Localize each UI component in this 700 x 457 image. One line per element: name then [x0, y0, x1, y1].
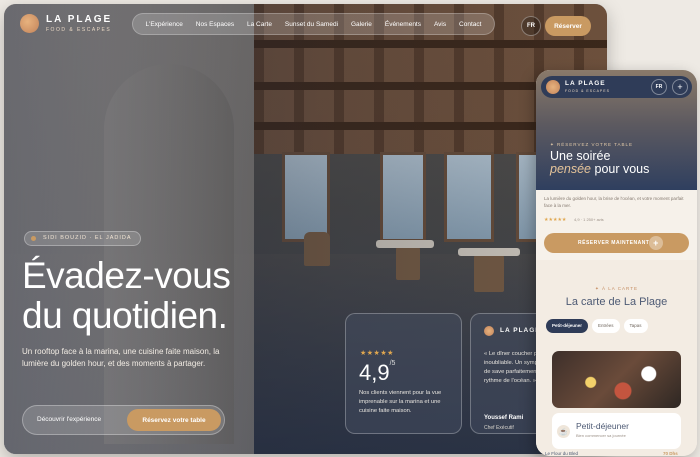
rating-stars-icon: ★★★★★: [360, 350, 394, 357]
hero-lead: Un rooftop face à la marina, une cuisine…: [22, 347, 220, 368]
menu-category-title: Petit-déjeuner: [576, 421, 629, 431]
hero-headline-line1: Évadez-vous: [22, 255, 231, 296]
rating-value: 4,9/5: [359, 360, 396, 385]
menu-kicker: ✦ À LA CARTE: [595, 286, 638, 291]
mobile-nav: LA PLAGE FOOD & ESCAPES FR +: [541, 76, 692, 98]
desktop-mockup: LA PLAGE FOOD & ESCAPES L'Expérience Nos…: [4, 4, 607, 454]
nav-item-espaces[interactable]: Nos Espaces: [196, 21, 234, 28]
mobile-reserve-kicker: ✦ RÉSERVEZ VOTRE TABLE: [550, 142, 634, 147]
menu-item-name: Le Flour du Bled: [545, 451, 579, 456]
mobile-rating-stars-icon: ★★★★★: [544, 217, 567, 223]
testimonial-author: Youssef Rami: [484, 415, 524, 421]
mobile-rating-text: 4,9 · 1 250+ avis: [574, 217, 604, 222]
tab-petit-dejeuner[interactable]: Petit-déjeuner: [546, 319, 589, 333]
brand-name[interactable]: LA PLAGE: [46, 14, 112, 25]
mobile-brand-tagline: FOOD & ESCAPES: [565, 89, 610, 93]
main-menu: L'Expérience Nos Espaces La Carte Sunset…: [132, 13, 495, 35]
nav-item-evenements[interactable]: Événements: [385, 21, 421, 28]
tab-tapas[interactable]: Tapas: [623, 319, 648, 333]
location-badge: SIDI BOUZID · EL JADIDA: [24, 231, 141, 246]
logo-icon[interactable]: [20, 14, 39, 33]
logo-icon: [484, 326, 494, 336]
menu-title: La carte de La Plage: [565, 296, 668, 308]
mobile-language-switch[interactable]: FR: [651, 79, 667, 95]
nav-item-galerie[interactable]: Galerie: [351, 21, 372, 28]
menu-category-card[interactable]: ☕ Petit-déjeuner Bien commencer sa journ…: [552, 413, 681, 449]
hero-headline-line2: du quotidien.: [22, 295, 228, 336]
menu-tabs: Petit-déjeuner Entrées Tapas: [546, 319, 697, 333]
nav-item-experience[interactable]: L'Expérience: [145, 21, 182, 28]
quote-card-brand: LA PLAGE: [500, 327, 541, 334]
book-table-button[interactable]: Réservez votre table: [127, 409, 221, 431]
mobile-menu-plus-icon[interactable]: +: [672, 79, 688, 95]
mobile-book-now-button[interactable]: RÉSERVER MAINTENANT +: [544, 233, 689, 253]
rating-card: ★★★★★ 4,9/5 Nos clients viennent pour la…: [345, 313, 462, 434]
top-nav: LA PLAGE FOOD & ESCAPES L'Expérience Nos…: [4, 4, 607, 46]
testimonial-role: Chef Exécutif: [484, 425, 514, 431]
mobile-book-label: RÉSERVER MAINTENANT: [578, 240, 650, 246]
mobile-headline-line2: pensée pour vous: [550, 162, 650, 176]
reserve-button[interactable]: Réserver: [545, 16, 591, 36]
location-text: SIDI BOUZID · EL JADIDA: [43, 235, 132, 241]
discover-button[interactable]: Découvrir l'expérience: [37, 416, 101, 423]
rating-description: Nos clients viennent pour la vue imprena…: [359, 390, 442, 414]
nav-item-sunset[interactable]: Sunset du Samedi: [285, 21, 338, 28]
breakfast-photo: [552, 351, 681, 408]
nav-item-avis[interactable]: Avis: [434, 21, 446, 28]
language-switch[interactable]: FR: [521, 16, 541, 36]
brand-tagline: FOOD & ESCAPES: [46, 27, 112, 33]
menu-item-price: 70 Dhs: [663, 451, 678, 456]
cta-group: Découvrir l'expérience Réservez votre ta…: [22, 405, 225, 435]
logo-icon[interactable]: [546, 80, 560, 94]
location-dot-icon: [31, 236, 36, 241]
menu-category-subtitle: Bien commencer sa journée: [576, 433, 626, 438]
mobile-hero-headline: Une soirée pensée pour vous: [550, 150, 649, 176]
coffee-icon: ☕: [557, 425, 570, 438]
mobile-mockup: LA PLAGE FOOD & ESCAPES FR + ✦ RÉSERVEZ …: [536, 70, 697, 456]
nav-item-carte[interactable]: La Carte: [247, 21, 272, 28]
mobile-description: La lumière du golden hour, la brise de l…: [544, 196, 684, 208]
nav-item-contact[interactable]: Contact: [459, 21, 481, 28]
mobile-brand[interactable]: LA PLAGE: [565, 80, 606, 87]
hero-headline: Évadez-vous du quotidien.: [22, 255, 231, 336]
plus-icon: +: [649, 236, 663, 250]
tab-entrees[interactable]: Entrées: [592, 319, 620, 333]
